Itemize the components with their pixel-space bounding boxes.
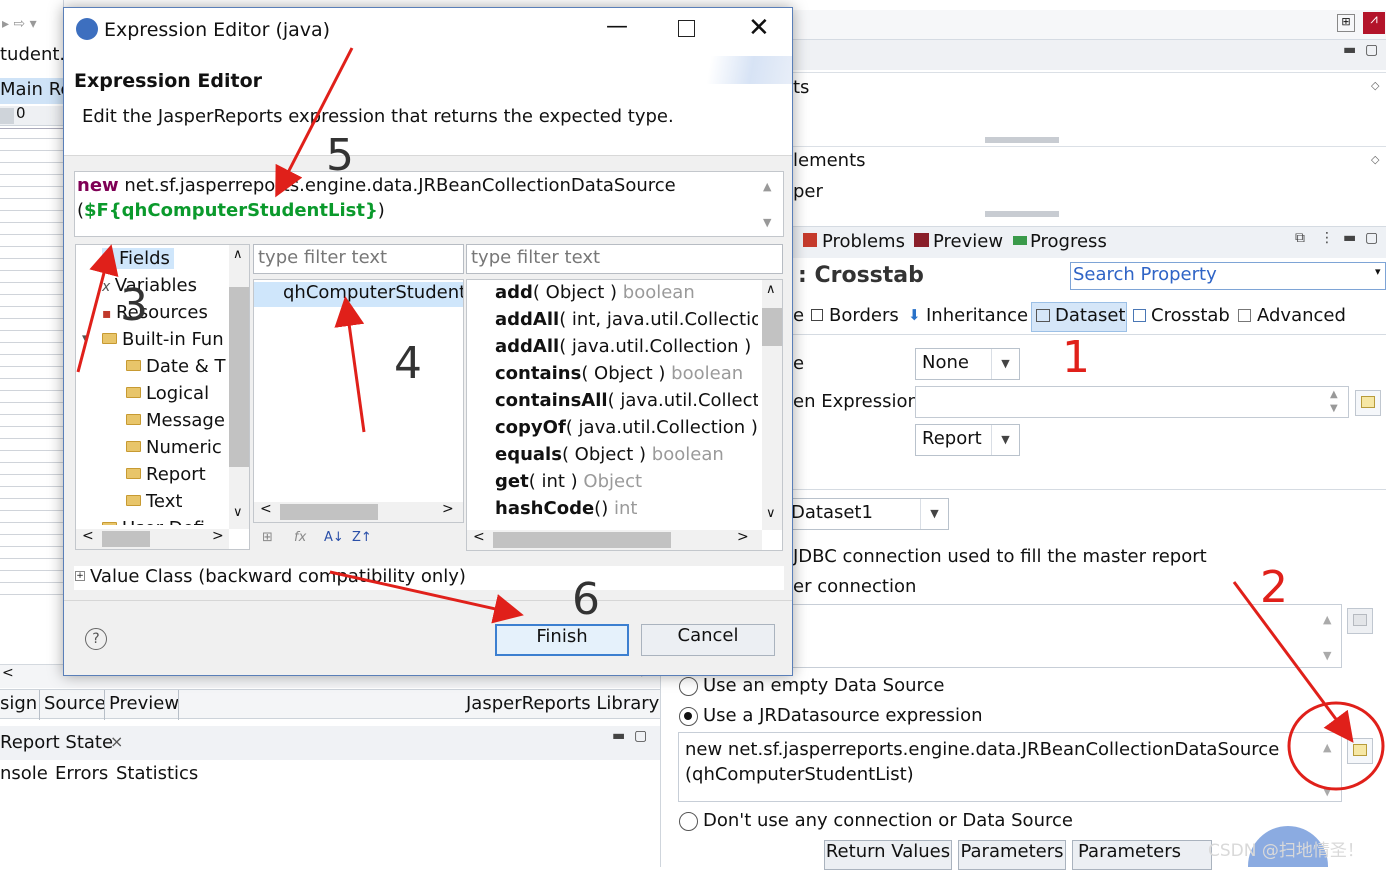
arrow-3 — [76, 244, 119, 373]
annotation-3: 3 — [120, 280, 148, 331]
arrow-4 — [334, 296, 366, 433]
annotation-6: 6 — [572, 574, 600, 625]
annotation-4: 4 — [394, 338, 422, 389]
annotation-5: 5 — [326, 130, 354, 181]
highlight-circle — [1287, 701, 1385, 791]
annotation-2: 2 — [1260, 562, 1288, 613]
annotation-arrows — [76, 47, 1385, 791]
arrow-2 — [1232, 581, 1354, 743]
arrow-6 — [329, 570, 524, 624]
annotation-1: 1 — [1062, 332, 1090, 383]
